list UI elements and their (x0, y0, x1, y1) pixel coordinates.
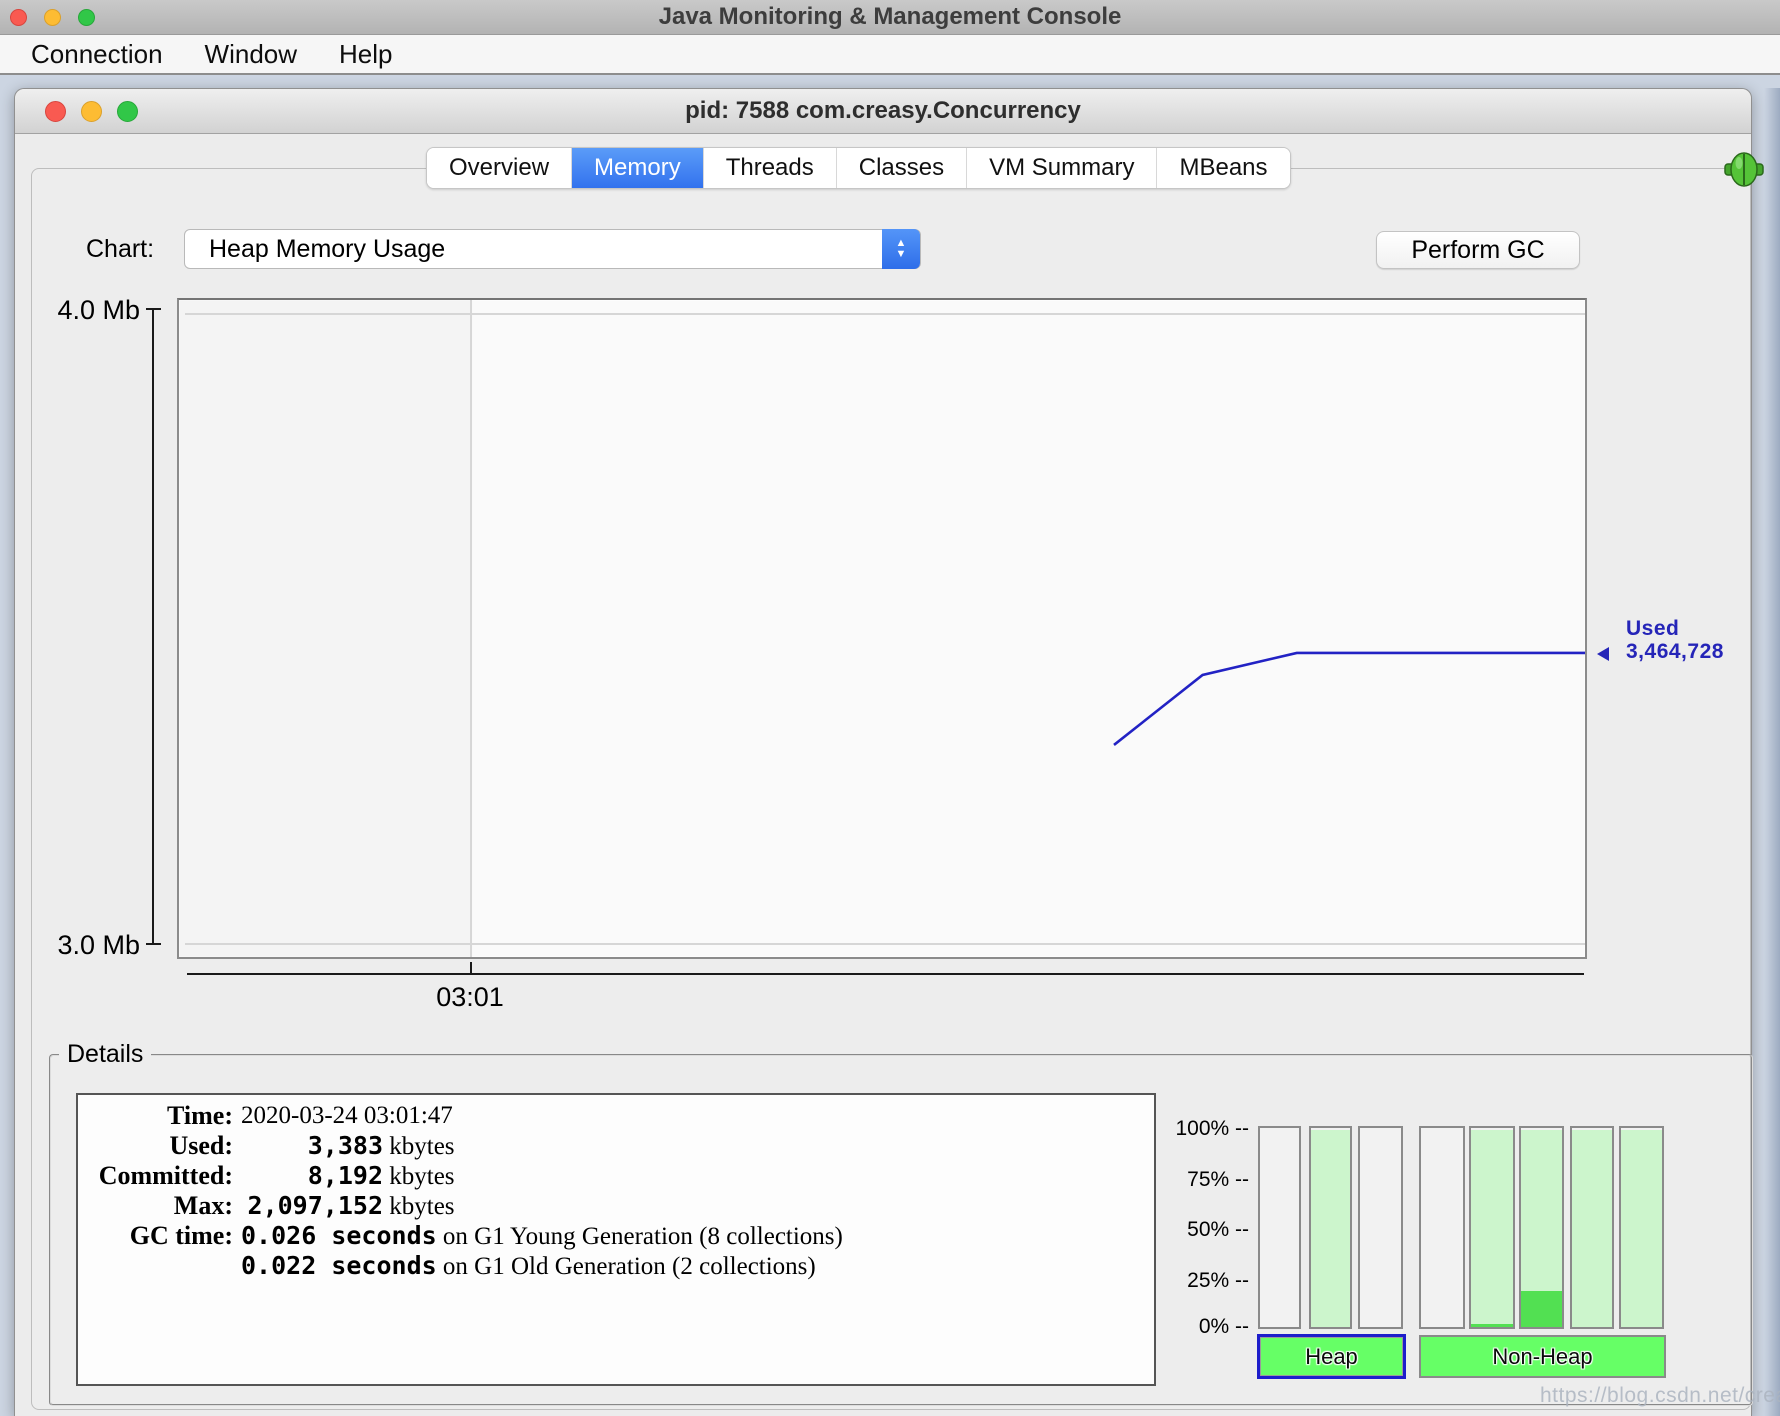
tab-mbeans[interactable]: MBeans (1157, 148, 1289, 188)
bars-y-tick-label: 100% -- (1145, 1117, 1249, 1141)
bars-y-tick-label: 0% -- (1145, 1315, 1249, 1339)
series-name: Used (1626, 617, 1724, 640)
inner-close-icon[interactable] (45, 101, 66, 122)
inner-traffic-lights (45, 101, 138, 122)
minimize-icon[interactable] (44, 9, 61, 26)
menu-window[interactable]: Window (184, 35, 318, 73)
y-axis-top-tick (146, 308, 161, 310)
heap-line-svg (179, 300, 1585, 957)
x-axis-line (187, 973, 1584, 975)
details-row: Max:2,097,152 kbytes (78, 1191, 1154, 1221)
os-window-titlebar: Java Monitoring & Management Console (0, 0, 1780, 35)
non-heap-button[interactable]: Non-Heap (1419, 1335, 1666, 1378)
menu-help[interactable]: Help (318, 35, 413, 73)
y-axis-min-label: 3.0 Mb (35, 930, 140, 961)
tab-classes[interactable]: Classes (837, 148, 967, 188)
screen: Java Monitoring & Management Console Con… (0, 0, 1780, 1416)
memory-pool-bar (1619, 1126, 1664, 1329)
pid-window-titlebar[interactable]: pid: 7588 com.creasy.Concurrency (15, 89, 1751, 134)
bars-y-tick-label: 25% -- (1145, 1269, 1249, 1293)
chart-select-value: Heap Memory Usage (209, 235, 445, 263)
tab-memory[interactable]: Memory (572, 148, 704, 188)
x-axis-time-label: 03:01 (420, 982, 520, 1013)
details-legend: Details (59, 1041, 151, 1067)
perform-gc-button[interactable]: Perform GC (1376, 231, 1580, 269)
pid-window-title: pid: 7588 com.creasy.Concurrency (15, 89, 1751, 134)
inner-minimize-icon[interactable] (81, 101, 102, 122)
app-title: Java Monitoring & Management Console (0, 0, 1780, 35)
memory-pool-bar (1570, 1126, 1614, 1329)
bars-y-tick-label: 50% -- (1145, 1218, 1249, 1242)
menubar: ConnectionWindowHelp (0, 35, 1780, 75)
details-row: Used:3,383 kbytes (78, 1131, 1154, 1161)
jconsole-window: pid: 7588 com.creasy.Concurrency Overvie… (14, 88, 1752, 1416)
bars-y-tick-label: 75% -- (1145, 1168, 1249, 1192)
series-end-label: Used 3,464,728 (1626, 617, 1724, 663)
memory-pool-bar (1309, 1126, 1352, 1329)
heap-usage-chart (177, 298, 1587, 959)
details-panel: Time:2020-03-24 03:01:47Used:3,383 kbyte… (76, 1093, 1156, 1386)
watermark-text: https://blog.csdn.net/creasylai19 (1540, 1384, 1780, 1408)
memory-pool-bar (1419, 1126, 1465, 1329)
chart-select[interactable]: Heap Memory Usage ▲▼ (184, 229, 921, 269)
memory-pool-bar (1469, 1126, 1515, 1329)
close-icon[interactable] (10, 9, 27, 26)
details-row: 0.022 seconds on G1 Old Generation (2 co… (78, 1251, 1154, 1281)
tab-overview[interactable]: Overview (427, 148, 572, 188)
maximize-icon[interactable] (78, 9, 95, 26)
heap-button[interactable]: Heap (1257, 1334, 1406, 1379)
traffic-lights (10, 9, 95, 26)
series-pointer-icon (1597, 647, 1609, 661)
y-axis-max-label: 4.0 Mb (35, 295, 140, 326)
memory-pool-bar (1258, 1126, 1301, 1329)
inner-maximize-icon[interactable] (117, 101, 138, 122)
window-edge-shadow (1764, 88, 1780, 1416)
y-axis-bottom-tick (146, 943, 161, 945)
series-value: 3,464,728 (1626, 640, 1724, 663)
tab-bar: OverviewMemoryThreadsClassesVM SummaryMB… (426, 147, 1291, 189)
x-axis-tick (470, 962, 472, 975)
memory-pool-bar (1519, 1126, 1564, 1329)
connection-status-icon (1721, 151, 1767, 189)
memory-pool-bar (1358, 1126, 1403, 1329)
chart-label: Chart: (86, 235, 154, 264)
details-row: Committed:8,192 kbytes (78, 1161, 1154, 1191)
menu-connection[interactable]: Connection (10, 35, 184, 73)
details-row: Time:2020-03-24 03:01:47 (78, 1101, 1154, 1131)
tab-threads[interactable]: Threads (704, 148, 837, 188)
y-axis-line (152, 309, 154, 944)
chevron-up-down-icon[interactable]: ▲▼ (882, 229, 920, 269)
tab-vm-summary[interactable]: VM Summary (967, 148, 1157, 188)
details-row: GC time:0.026 seconds on G1 Young Genera… (78, 1221, 1154, 1251)
